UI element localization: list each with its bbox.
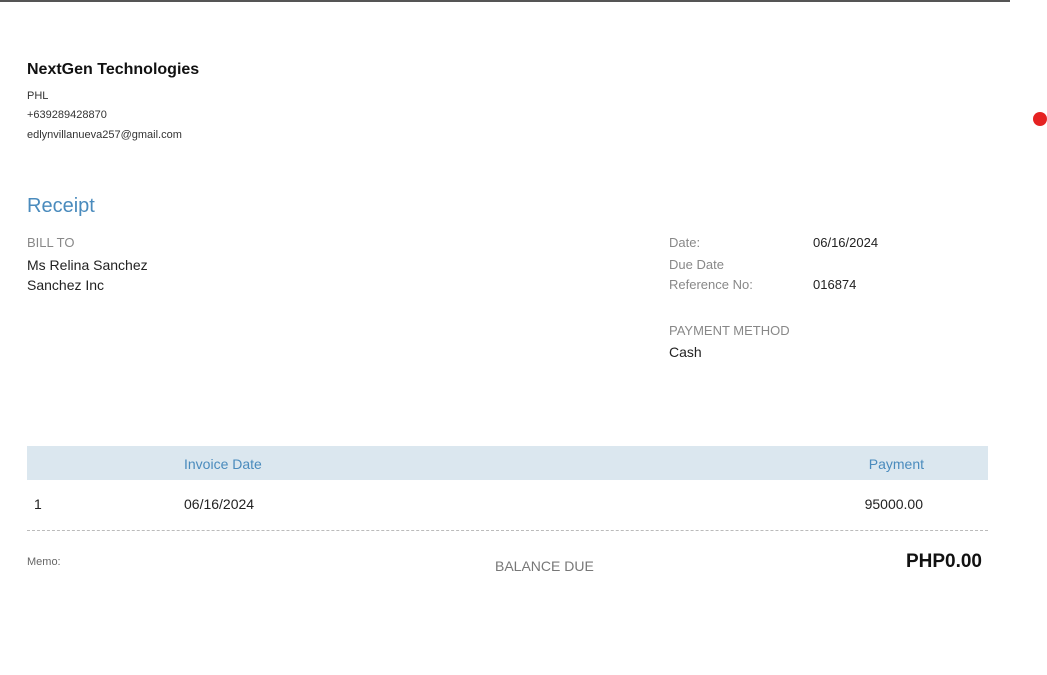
bill-to-name: Ms Relina Sanchez [27, 257, 148, 273]
document-title: Receipt [27, 195, 95, 217]
column-header-invoice-date: Invoice Date [184, 456, 262, 472]
bill-to-company: Sanchez Inc [27, 277, 105, 293]
memo-label: Memo: [27, 556, 61, 568]
row-number: 1 [34, 496, 42, 512]
payment-method-label: PAYMENT METHOD [669, 323, 790, 338]
table-header: Invoice Date Payment [27, 446, 988, 480]
reference-value: 016874 [813, 277, 857, 292]
column-header-payment: Payment [868, 456, 924, 472]
balance-due-label: BALANCE DUE [495, 558, 594, 574]
date-value: 06/16/2024 [813, 235, 879, 250]
bill-to-label: BILL TO [27, 235, 75, 250]
date-label: Date: [669, 235, 701, 250]
due-date-label: Due Date [669, 257, 724, 272]
company-name: NextGen Technologies [27, 61, 200, 78]
row-invoice-date: 06/16/2024 [184, 496, 255, 512]
dashed-divider [27, 530, 988, 531]
balance-due-amount: PHP0.00 [905, 551, 982, 572]
company-email: edlynvillanueva257@gmail.com [27, 129, 182, 141]
reference-label: Reference No: [669, 277, 753, 292]
record-indicator-icon [1033, 112, 1047, 126]
row-payment: 95000.00 [864, 496, 923, 512]
receipt-page: NextGen Technologies PHL +639289428870 e… [0, 0, 1047, 675]
company-phone: +639289428870 [27, 109, 107, 121]
company-country: PHL [27, 90, 49, 102]
payment-method-value: Cash [669, 344, 702, 360]
top-border [0, 0, 1010, 2]
table-row: 1 06/16/2024 95000.00 [27, 484, 988, 524]
